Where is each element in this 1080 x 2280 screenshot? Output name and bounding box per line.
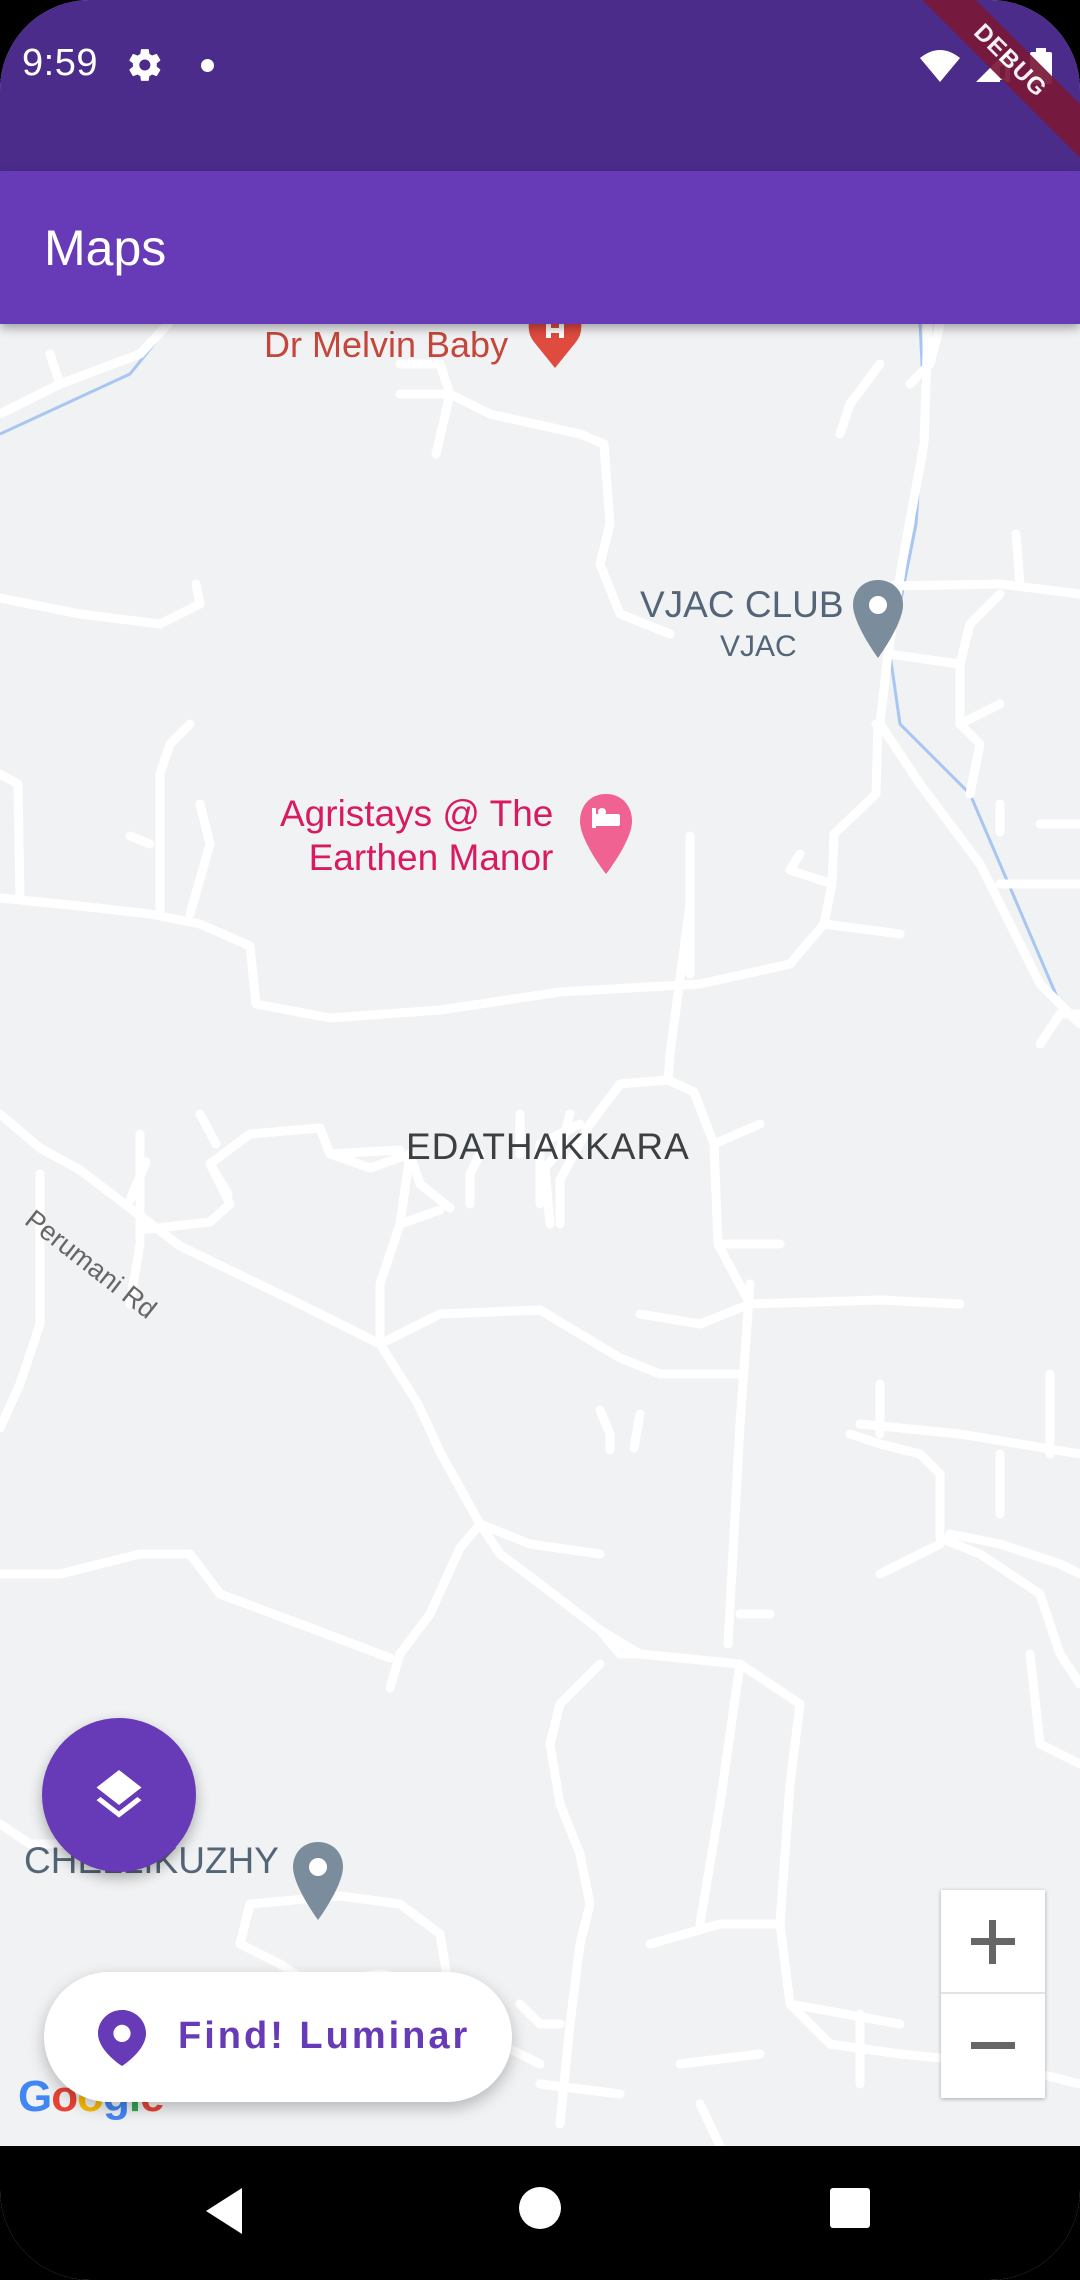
poi-label-melvin[interactable]: Dr Melvin Baby: [264, 324, 508, 366]
layers-icon: [96, 1770, 142, 1818]
find-luminar-button[interactable]: Find! Luminar: [44, 1972, 512, 2102]
status-time: 9:59: [22, 42, 98, 84]
zoom-in-button[interactable]: [941, 1890, 1045, 1994]
map-view[interactable]: Dr Melvin Baby VJAC CLUB VJAC Agristays …: [0, 324, 1080, 2146]
hotel-pin-icon[interactable]: [578, 794, 634, 876]
minus-icon: [971, 2042, 1015, 2049]
gear-icon: [129, 49, 161, 81]
find-luminar-label: Find! Luminar: [178, 2015, 471, 2057]
wifi-icon: [920, 50, 960, 82]
zoom-controls: [941, 1890, 1045, 2098]
hospital-pin-icon[interactable]: [526, 324, 584, 372]
recents-icon[interactable]: [828, 2186, 872, 2230]
layers-button[interactable]: [42, 1718, 196, 1872]
phone-screen: 9:59 DEBUG Maps Dr Melvin Baby VJAC CLUB…: [0, 0, 1080, 2280]
google-logo-letter: G: [18, 2072, 52, 2121]
app-title: Maps: [44, 220, 167, 276]
location-pin-icon: [98, 2010, 146, 2066]
poi-label-agristays-line1: Agristays @ The: [280, 793, 554, 834]
back-icon[interactable]: [202, 2186, 246, 2236]
poi-label-vjac-club[interactable]: VJAC CLUB: [640, 584, 844, 626]
location-pin-icon[interactable]: [851, 580, 905, 660]
poi-sublabel-vjac: VJAC: [720, 630, 797, 663]
poi-label-agristays-line2: Earthen Manor: [308, 837, 554, 878]
notification-dot-icon: [201, 59, 214, 72]
poi-label-agristays[interactable]: Agristays @ The Earthen Manor: [280, 792, 553, 880]
plus-icon: [971, 1920, 1015, 1964]
system-nav-bar: [0, 2146, 1080, 2280]
zoom-out-button[interactable]: [941, 1994, 1045, 2098]
location-pin-icon[interactable]: [291, 1842, 345, 1922]
area-label-edathakkara: EDATHAKKARA: [406, 1126, 690, 1167]
status-bar: 9:59 DEBUG: [0, 0, 1080, 171]
app-bar: Maps: [0, 171, 1080, 324]
home-icon[interactable]: [518, 2186, 562, 2230]
